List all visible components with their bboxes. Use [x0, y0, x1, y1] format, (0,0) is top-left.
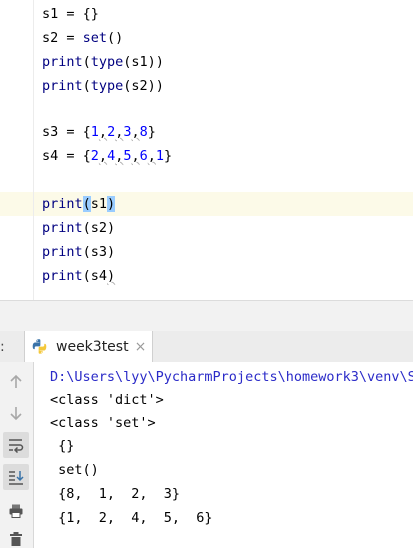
code-token: ,: [98, 124, 108, 140]
code-line-7[interactable]: s4 = {2,4,5,6,1}: [42, 144, 172, 168]
code-token: print: [42, 244, 83, 260]
code-token: ,: [147, 148, 156, 164]
up-arrow-icon[interactable]: [3, 369, 29, 395]
code-token: 4: [107, 148, 116, 164]
console-line: <class 'dict'>: [50, 392, 164, 408]
run-console[interactable]: D:\Users\lyy\PycharmProjects\homework3\v…: [34, 362, 413, 548]
code-line-9[interactable]: print(s1): [42, 192, 116, 216]
code-token: s2 =: [42, 30, 83, 46]
code-line-11[interactable]: print(s3): [42, 240, 115, 264]
code-token: }: [147, 124, 156, 140]
code-token: ,: [131, 148, 140, 164]
code-token: print: [42, 268, 83, 284]
code-line-2[interactable]: s2 = set(): [42, 26, 123, 50]
editor-gutter[interactable]: [0, 0, 34, 300]
code-line-1[interactable]: s1 = {}: [42, 2, 99, 26]
code-token: set: [82, 30, 108, 46]
close-icon[interactable]: ×: [135, 339, 147, 355]
panel-splitter[interactable]: [0, 300, 413, 332]
code-token: type: [90, 78, 124, 94]
code-token: print: [42, 220, 83, 236]
console-line: set(): [50, 462, 99, 478]
matched-paren: (: [82, 196, 91, 212]
code-token: (s4: [82, 268, 108, 284]
console-line: {}: [50, 438, 75, 454]
gutter-current-line: [0, 192, 33, 216]
down-arrow-icon[interactable]: [3, 400, 29, 426]
code-token: s4 = {: [42, 148, 91, 164]
code-line-4[interactable]: print(type(s2)): [42, 74, 164, 98]
code-token: print: [42, 54, 83, 70]
trash-icon[interactable]: [3, 526, 29, 552]
console-line: {8, 1, 2, 3}: [50, 486, 181, 502]
code-token: 8: [139, 124, 148, 140]
soft-wrap-icon[interactable]: [3, 432, 29, 458]
code-token: ): [107, 268, 116, 284]
code-token: 6: [139, 148, 148, 164]
code-token: }: [164, 148, 173, 164]
code-token: type: [90, 54, 124, 70]
run-toolbar: [0, 362, 34, 548]
code-token: s3 = {: [42, 124, 91, 140]
console-line[interactable]: D:\Users\lyy\PycharmProjects\homework3\v…: [50, 365, 413, 389]
code-token: 1: [90, 124, 99, 140]
tab-label: week3test: [56, 338, 129, 355]
print-icon[interactable]: [3, 498, 29, 524]
code-token: (): [107, 30, 124, 46]
scroll-to-end-icon[interactable]: [3, 464, 29, 490]
tab-week3test[interactable]: week3test ×: [24, 331, 154, 362]
code-token: (s2): [82, 220, 116, 236]
code-line-6[interactable]: s3 = {1,2,3,8}: [42, 120, 156, 144]
code-token: s1 = {}: [42, 6, 99, 22]
code-line-10[interactable]: print(s2): [42, 216, 115, 240]
python-icon: [32, 339, 47, 354]
code-token: (s3): [82, 244, 116, 260]
code-token: (s1)): [123, 54, 164, 70]
edge-label: :: [0, 339, 5, 355]
code-token: 2: [107, 124, 116, 140]
code-token: 2: [90, 148, 99, 164]
code-token: print: [42, 196, 83, 212]
code-line-3[interactable]: print(type(s1)): [42, 50, 164, 74]
code-token: print: [42, 78, 83, 94]
code-token: (: [82, 78, 91, 94]
code-token: (s2)): [123, 78, 164, 94]
code-token: ,: [131, 124, 140, 140]
console-line: {1, 2, 4, 5, 6}: [50, 510, 213, 526]
code-token: s1: [90, 196, 108, 212]
code-token: (: [82, 54, 91, 70]
code-editor[interactable]: s1 = {} s2 = set() print(type(s1)) print…: [0, 0, 413, 300]
code-token: 1: [155, 148, 165, 164]
code-token: ,: [98, 148, 108, 164]
matched-paren: ): [107, 196, 116, 212]
run-tab-bar: week3test ×: [0, 331, 413, 363]
console-line: <class 'set'>: [50, 415, 156, 431]
code-line-12[interactable]: print(s4): [42, 264, 115, 288]
